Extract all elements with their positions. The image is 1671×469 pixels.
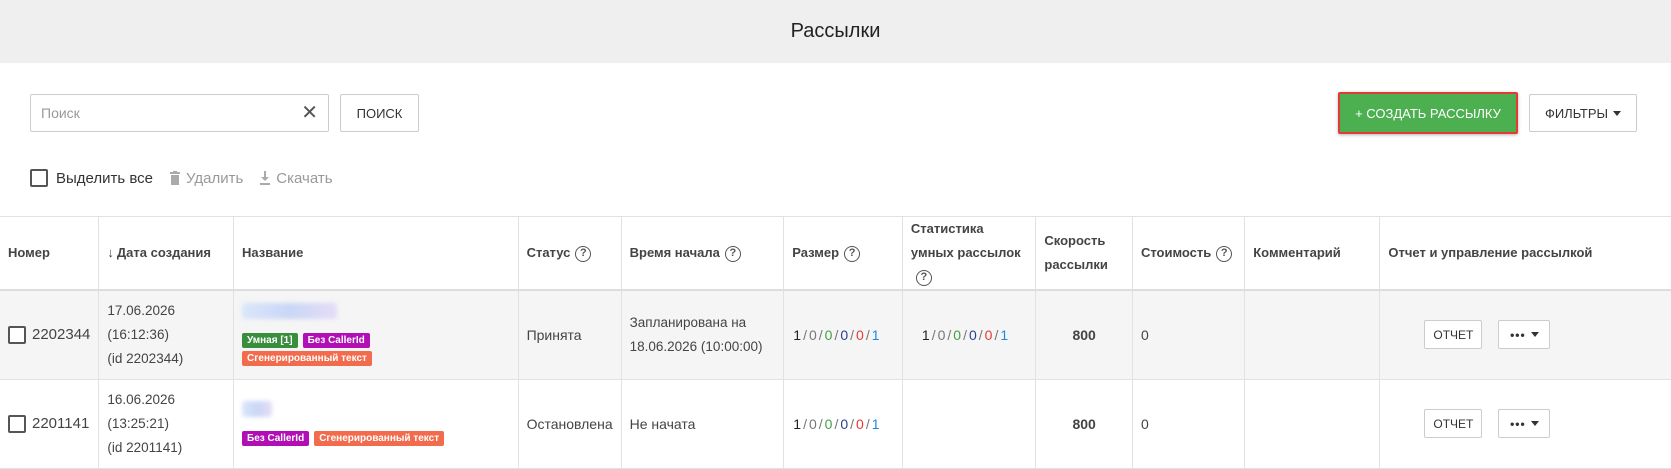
toolbar: ✕ ПОИСК + СОЗДАТЬ РАССЫЛКУ ФИЛЬТРЫ xyxy=(0,63,1671,153)
col-cost[interactable]: Стоимость? xyxy=(1132,216,1246,291)
search-input[interactable] xyxy=(41,105,302,121)
delete-label: Удалить xyxy=(186,169,244,187)
row-cost: 0 xyxy=(1132,290,1246,380)
row-start-time: Запланирована на 18.06.2026 (10:00:00) xyxy=(621,290,785,380)
row-size: 1/0/0/0/0/1 xyxy=(783,290,903,380)
row-smart-stats xyxy=(902,379,1037,469)
row-status: Принята xyxy=(518,290,622,380)
row-name[interactable]: Без CallerId Сгенерированный текст xyxy=(233,379,519,469)
row-smart-stats: 1/0/0/0/0/1 xyxy=(902,290,1037,380)
report-button[interactable]: ОТЧЕТ xyxy=(1424,409,1483,438)
col-speed[interactable]: Скорость рассылки xyxy=(1035,216,1133,291)
help-icon[interactable]: ? xyxy=(724,245,741,262)
col-size[interactable]: Размер? xyxy=(783,216,903,291)
col-created[interactable]: ↓ Дата создания xyxy=(98,216,235,291)
select-all-checkbox[interactable] xyxy=(30,169,48,187)
help-icon[interactable]: ? xyxy=(844,245,861,262)
row-report: ОТЧЕТ ••• xyxy=(1379,290,1671,380)
tag-generated: Сгенерированный текст xyxy=(242,351,372,367)
table-row[interactable]: 2201141 16.06.2026 (13:25:21) (id 2201141)… xyxy=(0,379,1671,469)
row-speed: 800 xyxy=(1035,379,1133,469)
help-icon[interactable]: ? xyxy=(1216,245,1233,262)
table-header-row: Номер ↓ Дата создания Название Статус? Вр… xyxy=(0,216,1671,291)
row-number: 2201141 xyxy=(32,415,90,432)
caret-down-icon xyxy=(1613,110,1622,116)
col-comment[interactable]: Комментарий xyxy=(1244,216,1381,291)
row-status: Остановлена xyxy=(518,379,622,469)
col-report: Отчет и управление рассылкой xyxy=(1379,216,1671,291)
more-icon: ••• xyxy=(1510,416,1526,431)
row-checkbox[interactable] xyxy=(8,325,26,344)
tag-callerid: Без CallerId xyxy=(302,333,370,349)
delete-action[interactable]: Удалить xyxy=(169,170,243,187)
download-icon xyxy=(260,171,271,185)
search-box: ✕ xyxy=(30,94,329,132)
row-name[interactable]: Умная [1] Без CallerId Сгенерированный тек… xyxy=(233,290,519,380)
close-icon[interactable]: ✕ xyxy=(301,103,318,123)
search-button[interactable]: ПОИСК xyxy=(340,94,419,132)
row-number: 2202344 xyxy=(32,326,91,344)
filters-button[interactable]: ФИЛЬТРЫ xyxy=(1529,94,1637,132)
page-header: Рассылки xyxy=(0,0,1671,63)
report-button[interactable]: ОТЧЕТ xyxy=(1424,320,1483,350)
blurred-name xyxy=(242,401,273,417)
tag-callerid: Без CallerId xyxy=(242,431,310,446)
filters-label: ФИЛЬТРЫ xyxy=(1544,105,1609,121)
page-title: Рассылки xyxy=(790,20,881,42)
blurred-name xyxy=(242,303,338,320)
col-smart-stats[interactable]: Статистика умных рассылок? xyxy=(902,216,1037,291)
download-action[interactable]: Скачать xyxy=(259,169,333,187)
help-icon[interactable]: ? xyxy=(575,245,592,262)
trash-icon xyxy=(170,171,181,185)
more-actions-button[interactable]: ••• xyxy=(1498,409,1551,438)
tag-smart: Умная [1] xyxy=(242,333,298,349)
row-created: 16.06.2026 (13:25:21) (id 2201141) xyxy=(98,379,235,469)
caret-down-icon xyxy=(1530,421,1539,426)
help-icon[interactable]: ? xyxy=(915,269,932,286)
row-report: ОТЧЕТ ••• xyxy=(1379,379,1671,469)
download-label: Скачать xyxy=(276,169,333,187)
row-comment xyxy=(1244,290,1381,380)
row-checkbox[interactable] xyxy=(8,414,26,433)
col-name[interactable]: Название xyxy=(233,216,519,291)
bulk-actions: Выделить все Удалить Скачать xyxy=(0,153,1671,203)
row-size: 1/0/0/0/0/1 xyxy=(783,379,903,469)
more-actions-button[interactable]: ••• xyxy=(1498,320,1551,350)
select-all-label[interactable]: Выделить все xyxy=(56,170,153,187)
row-cost: 0 xyxy=(1132,379,1246,469)
col-number[interactable]: Номер xyxy=(0,216,100,291)
row-start-time: Не начата xyxy=(621,379,785,469)
row-speed: 800 xyxy=(1035,290,1133,380)
mailings-table: Номер ↓ Дата создания Название Статус? Вр… xyxy=(0,216,1671,469)
row-comment xyxy=(1244,379,1381,469)
tag-generated: Сгенерированный текст xyxy=(314,431,445,446)
arrow-down-icon: ↓ xyxy=(107,245,114,260)
caret-down-icon xyxy=(1530,332,1539,338)
col-start-time[interactable]: Время начала? xyxy=(621,216,785,291)
table-row[interactable]: 2202344 17.06.2026 (16:12:36) (id 2202344)… xyxy=(0,290,1671,380)
row-created: 17.06.2026 (16:12:36) (id 2202344) xyxy=(98,290,235,380)
create-mailing-button[interactable]: + СОЗДАТЬ РАССЫЛКУ xyxy=(1338,92,1518,134)
col-status[interactable]: Статус? xyxy=(518,216,622,291)
more-icon: ••• xyxy=(1510,327,1526,342)
